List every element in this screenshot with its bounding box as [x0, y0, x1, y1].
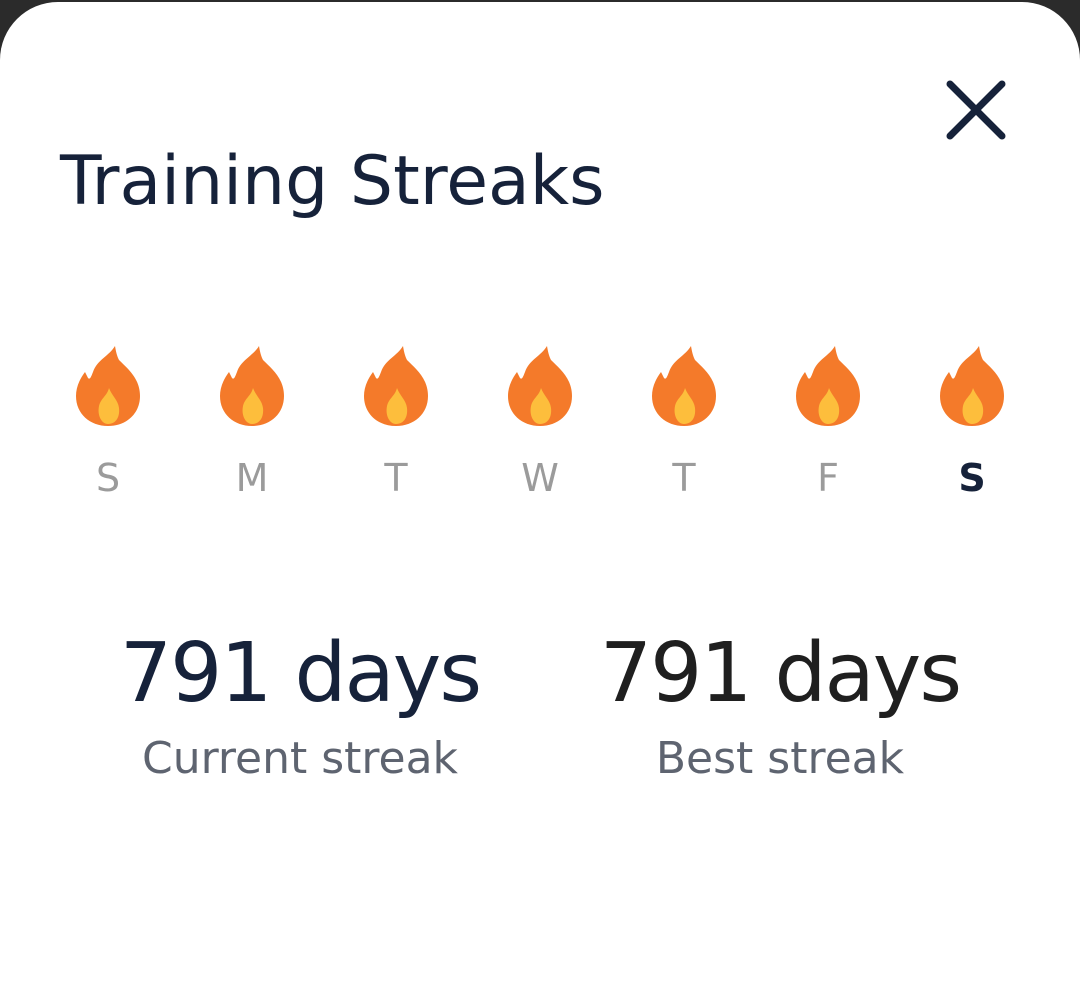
day-label: M [235, 456, 269, 500]
flame-icon [364, 346, 428, 426]
day-label: T [672, 456, 696, 500]
day-wednesday: W [468, 344, 612, 504]
day-sunday: S [36, 344, 180, 504]
day-friday: F [756, 344, 900, 504]
current-streak-label: Current streak [141, 733, 459, 784]
best-streak: 791 days Best streak [550, 624, 1010, 786]
day-label: T [384, 456, 408, 500]
day-label: S [95, 456, 121, 500]
best-streak-value: 791 days [599, 626, 962, 721]
best-streak-label: Best streak [655, 733, 905, 784]
flame-icon [796, 346, 860, 426]
day-monday: M [180, 344, 324, 504]
modal-title: Training Streaks [60, 142, 605, 221]
flame-icon [940, 346, 1004, 426]
current-streak-value: 791 days [119, 626, 482, 721]
current-streak: 791 days Current streak [70, 624, 530, 786]
day-tuesday: T [324, 344, 468, 504]
day-label-today: S [958, 456, 986, 500]
flame-icon [76, 346, 140, 426]
day-label: W [521, 456, 559, 500]
day-label: F [817, 456, 839, 500]
flame-icon [220, 346, 284, 426]
training-streaks-modal: Training Streaks S M T W T F S 791 days … [0, 2, 1080, 1004]
week-streak-row: S M T W T F S [36, 344, 1044, 504]
flame-icon [652, 346, 716, 426]
close-button[interactable] [938, 72, 1014, 148]
close-icon [946, 80, 1006, 140]
day-saturday: S [900, 344, 1044, 504]
flame-icon [508, 346, 572, 426]
day-thursday: T [612, 344, 756, 504]
